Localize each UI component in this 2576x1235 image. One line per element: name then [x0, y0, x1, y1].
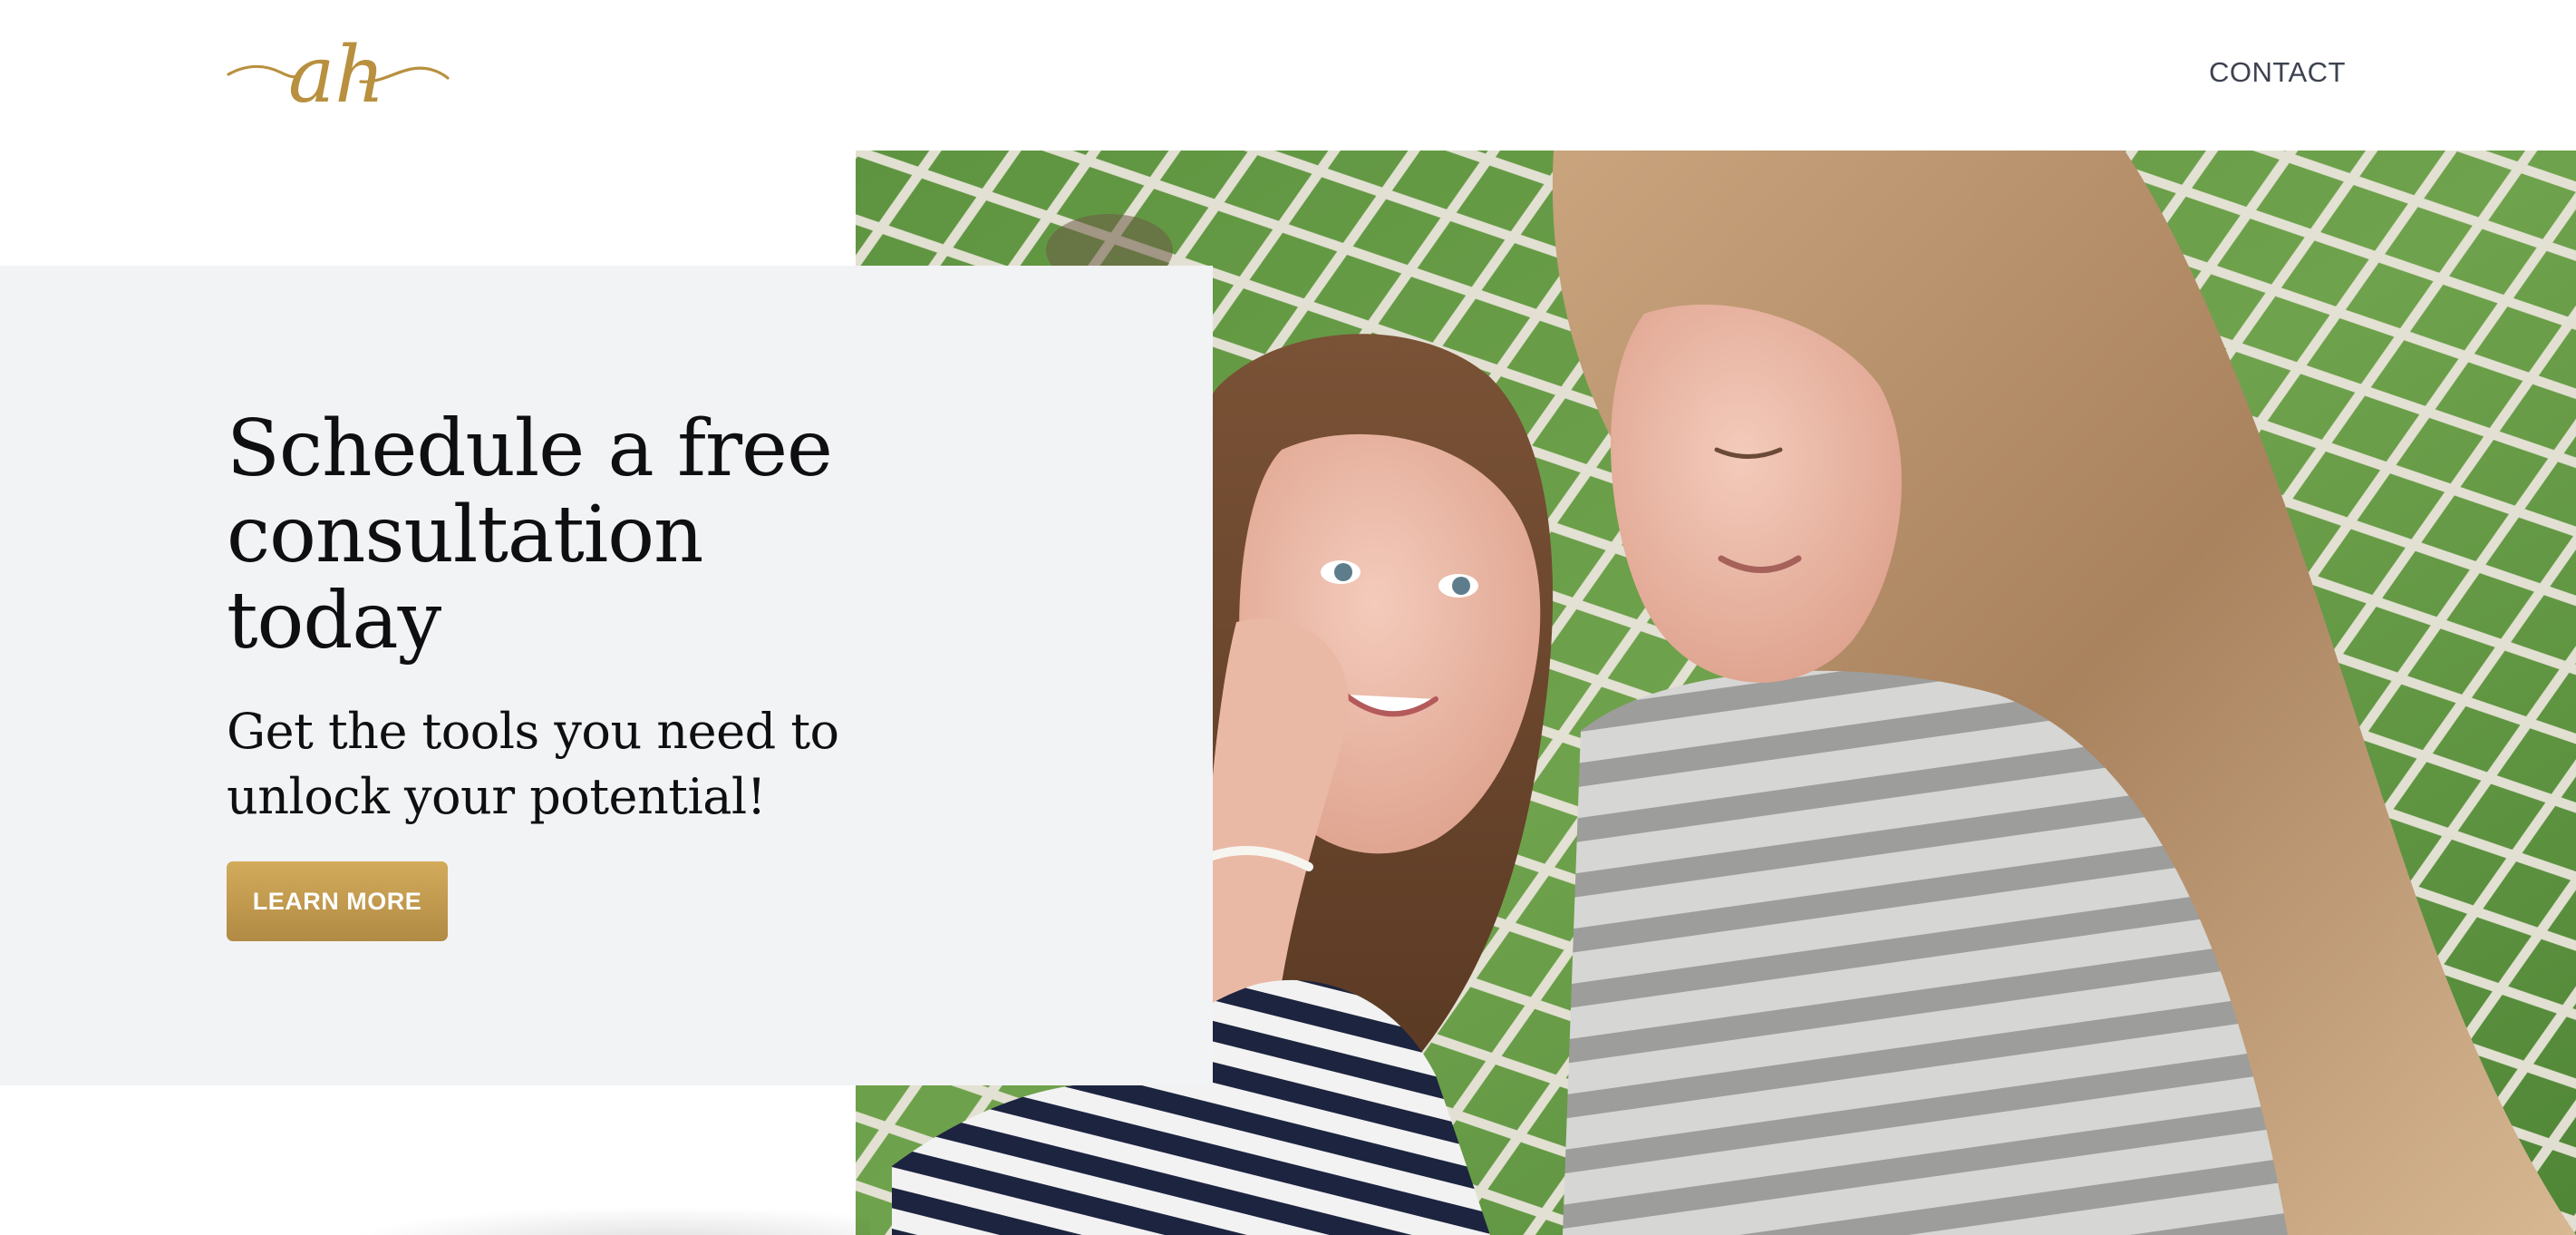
bottom-shadow [344, 1206, 870, 1235]
logo-script-icon: ah [227, 30, 450, 121]
site-header: ah CONTACT [0, 0, 2576, 151]
hero-heading: Schedule a free consultation today [227, 404, 833, 666]
svg-text:ah: ah [288, 30, 385, 121]
logo[interactable]: ah [225, 18, 451, 125]
nav-contact-link[interactable]: CONTACT [2209, 56, 2346, 89]
hero-subheading: Get the tools you need to unlock your po… [227, 703, 839, 825]
page: ah CONTACT Schedule a free consultation … [0, 0, 2576, 1235]
hero-card: Schedule a free consultation today Get t… [0, 266, 1213, 1085]
learn-more-button[interactable]: LEARN MORE [227, 861, 448, 941]
